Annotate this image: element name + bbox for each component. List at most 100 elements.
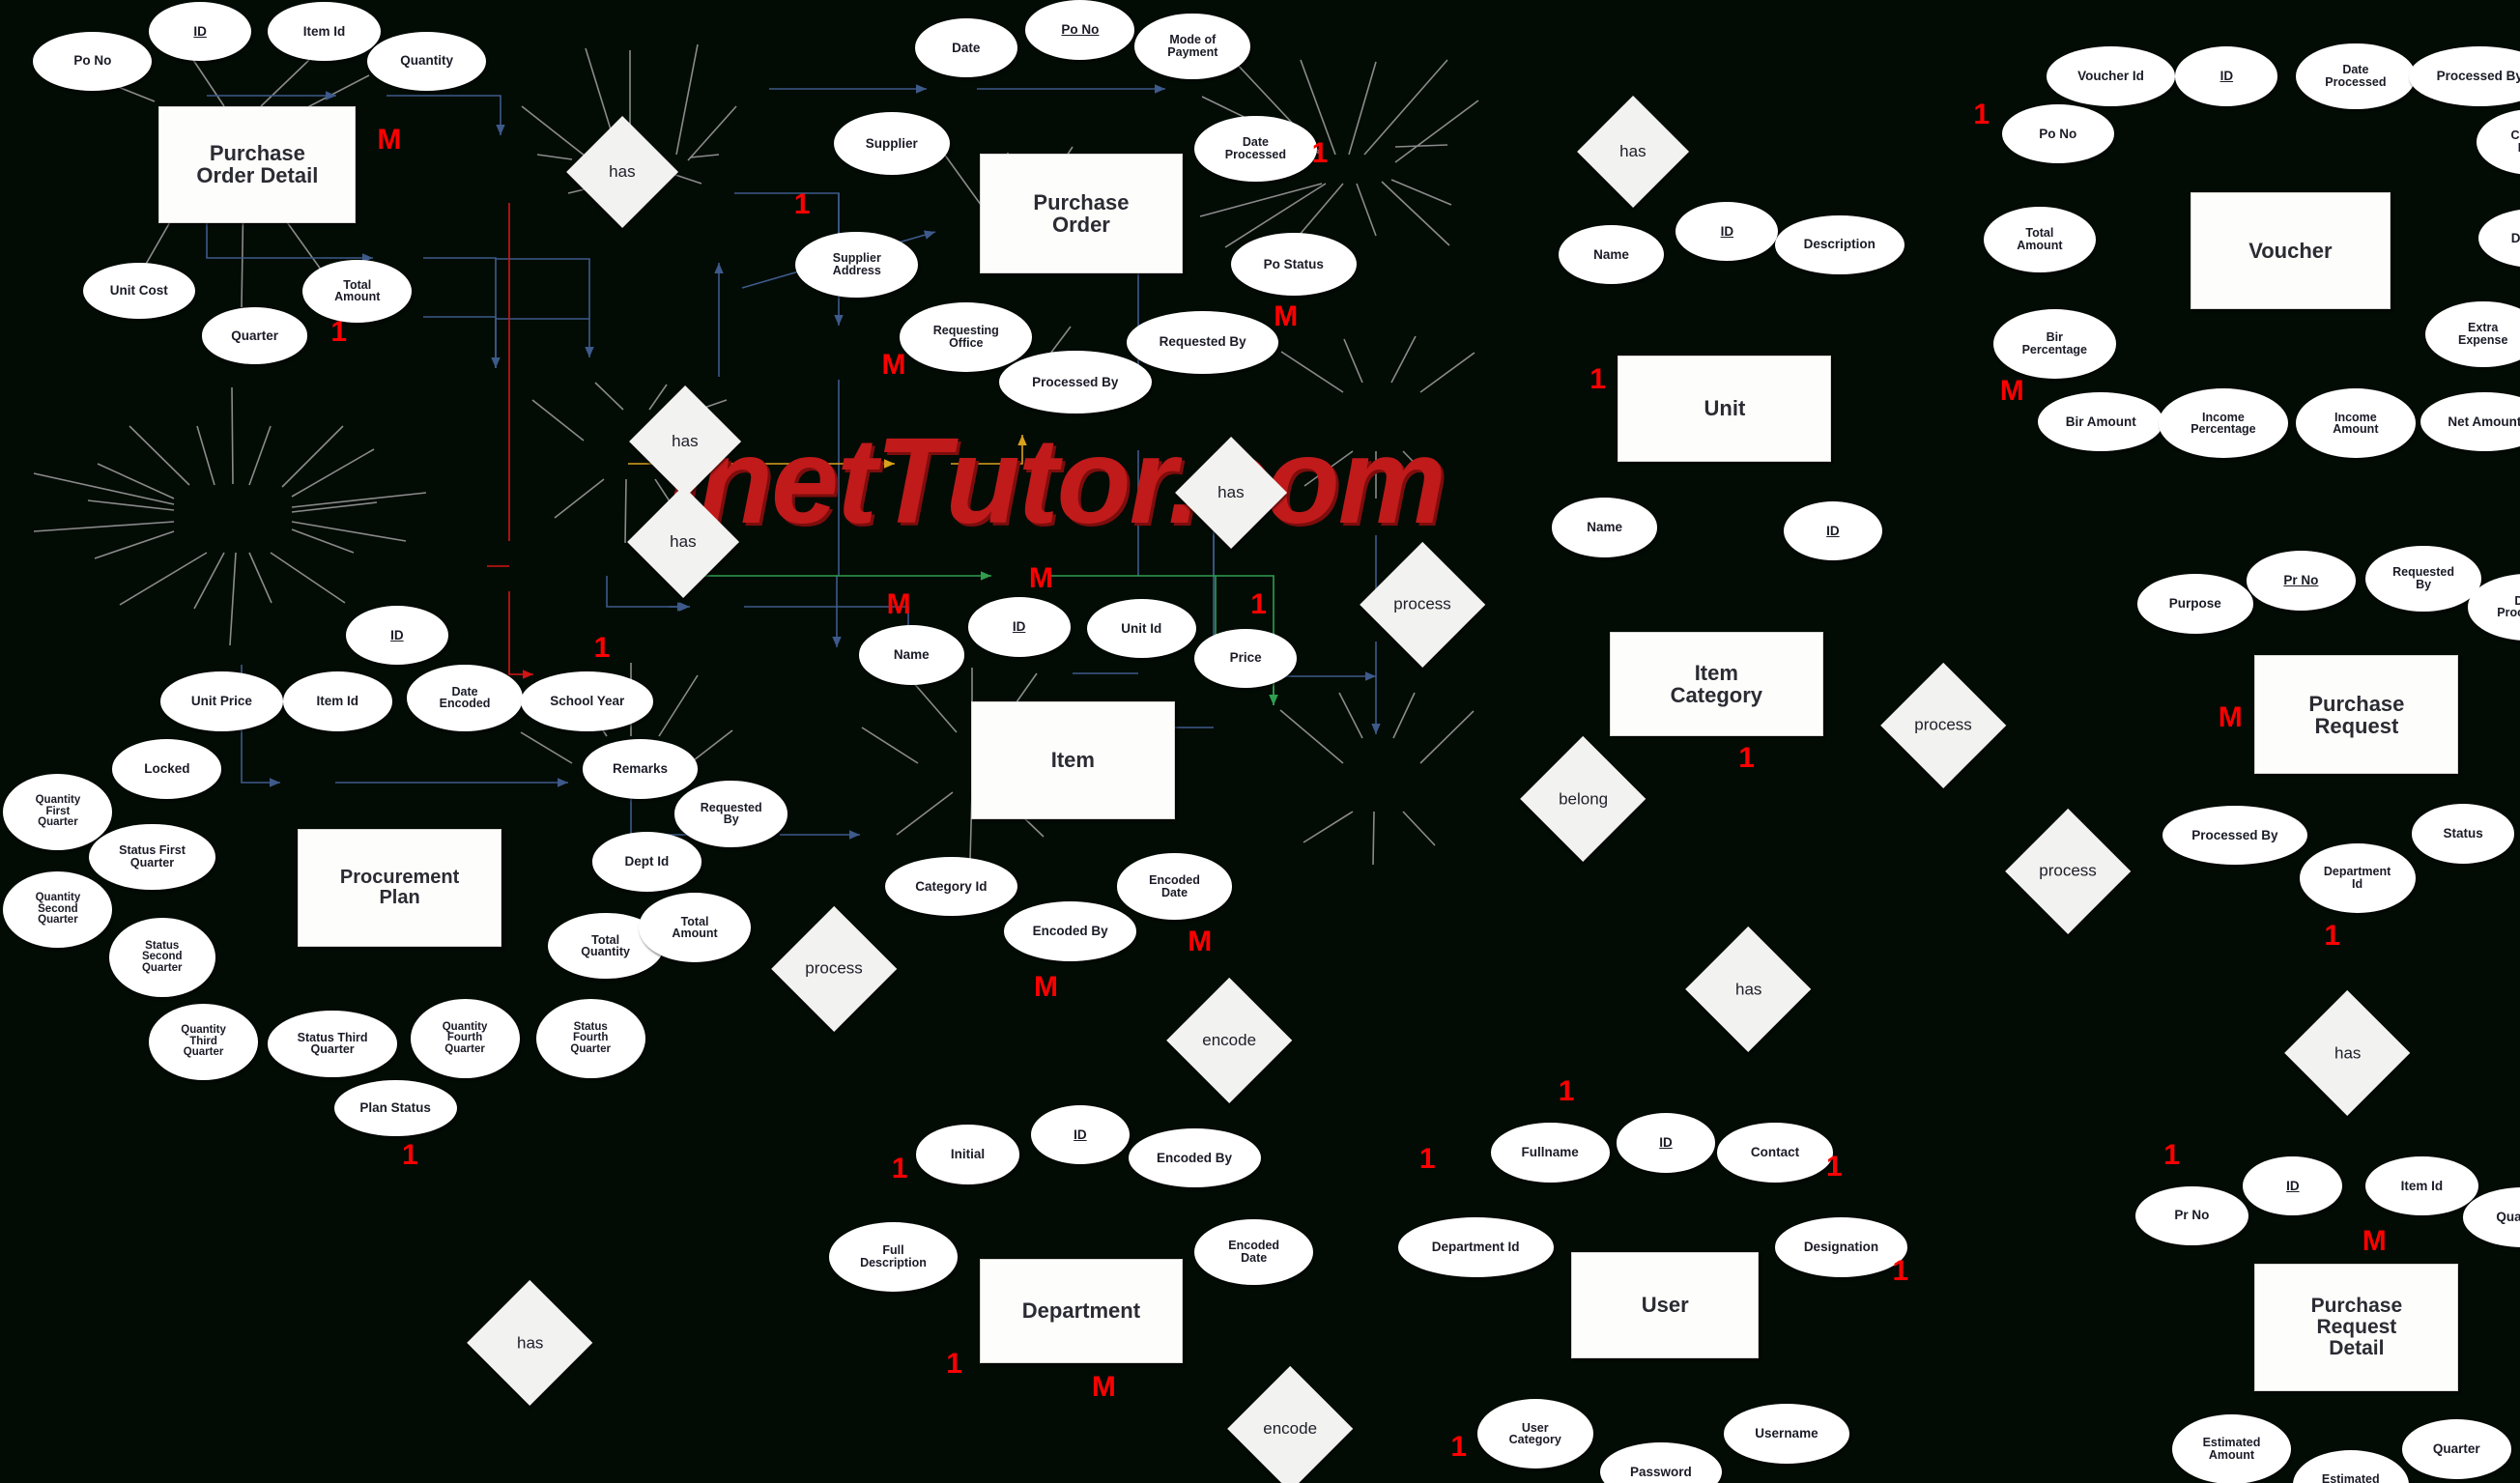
attribute-procurement-plan-status-first-quarter[interactable]: Status First Quarter <box>89 823 215 891</box>
attribute-procurement-plan-quantity-first-quarter[interactable]: Quantity First Quarter <box>3 774 113 850</box>
attribute-procurement-plan-remarks[interactable]: Remarks <box>582 739 699 799</box>
attribute-purchase-order-detail-total-amount[interactable]: Total Amount <box>302 259 413 323</box>
attribute-purchase-order-processed-by[interactable]: Processed By <box>999 350 1152 414</box>
attribute-purchase-request-detail-id[interactable]: ID <box>2243 1155 2343 1216</box>
attribute-procurement-plan-locked[interactable]: Locked <box>112 739 222 799</box>
attribute-voucher-cash-in-bank[interactable]: Cash inBank <box>2476 108 2520 176</box>
attribute-purchase-order-date[interactable]: Date <box>914 17 1017 78</box>
attribute-purchase-order-supplier[interactable]: Supplier <box>833 112 950 176</box>
attribute-user-id[interactable]: ID <box>1616 1113 1716 1173</box>
attribute-procurement-plan-requested-by[interactable]: Requested By <box>674 781 788 847</box>
attribute-user-password[interactable]: Password <box>1599 1441 1723 1483</box>
entity-purchase-order[interactable]: Purchase Order <box>979 154 1184 273</box>
attribute-item-name[interactable]: Name <box>858 625 965 685</box>
attribute-purchase-order-detail-id[interactable]: ID <box>149 1 252 62</box>
attribute-purchase-request-detail-item-id[interactable]: Item Id <box>2365 1155 2478 1216</box>
relationship-process-pr-po[interactable]: process <box>1880 663 2007 789</box>
relationship-has-pr-prd[interactable]: has <box>2283 990 2411 1117</box>
attribute-user-designation[interactable]: Designation <box>1774 1217 1907 1277</box>
attribute-voucher-po-no[interactable]: Po No <box>2001 103 2114 164</box>
attribute-procurement-plan-date-encoded[interactable]: Date Encoded <box>407 665 523 731</box>
entity-purchase-order-detail[interactable]: Purchase Order Detail <box>158 105 357 224</box>
relationship-process-prd[interactable]: process <box>2004 808 2132 935</box>
relationship-has-po-unit[interactable]: has <box>1174 437 1287 550</box>
attribute-purchase-order-requested-by[interactable]: Requested By <box>1126 310 1279 374</box>
entity-unit[interactable]: Unit <box>1618 356 1832 462</box>
attribute-procurement-plan-quantity-second-quarter[interactable]: Quantity Second Quarter <box>3 871 113 948</box>
attribute-voucher-voucher-id[interactable]: Voucher Id <box>2046 45 2176 106</box>
relationship-has-user-prd[interactable]: has <box>1685 926 1812 1053</box>
attribute-procurement-plan-total-amount[interactable]: Total Amount <box>638 893 752 963</box>
attribute-procurement-plan-status-fourth-quarter[interactable]: Status Fourth Quarter <box>535 999 645 1079</box>
attribute-procurement-plan-status-third-quarter[interactable]: Status Third Quarter <box>268 1011 397 1077</box>
attribute-procurement-plan-status-second-quarter[interactable]: Status Second Quarter <box>108 918 215 998</box>
relationship-has-po-vo[interactable]: has <box>1576 96 1689 209</box>
attribute-purchase-request-detail-quarter[interactable]: Quarter <box>2401 1418 2511 1479</box>
entity-user[interactable]: User <box>1571 1251 1760 1358</box>
attribute-item-encoded-by[interactable]: Encoded By <box>1004 901 1137 961</box>
attribute-item-id[interactable]: ID <box>967 597 1071 657</box>
entity-purchase-request[interactable]: Purchase Request <box>2254 654 2459 775</box>
attribute-department-encoded-by[interactable]: Encoded By <box>1128 1127 1261 1188</box>
attribute-department-full-description[interactable]: Full Description <box>828 1222 959 1293</box>
attribute-procurement-plan-school-year[interactable]: School Year <box>521 671 654 731</box>
relationship-process-item-cat[interactable]: process <box>1359 542 1486 669</box>
attribute-purchase-order-requesting-office[interactable]: Requesting Office <box>900 302 1033 373</box>
attribute-purchase-request-detail-pr-no[interactable]: Pr No <box>2135 1185 2248 1246</box>
attribute-voucher-id[interactable]: ID <box>2175 45 2278 106</box>
attribute-voucher-due-bir[interactable]: Due Bir <box>2477 208 2520 269</box>
relationship-has-pod-item[interactable]: has <box>628 385 741 499</box>
relationship-has-pod-po[interactable]: has <box>565 115 678 229</box>
attribute-procurement-plan-unit-price[interactable]: Unit Price <box>160 671 283 731</box>
attribute-purchase-request-detail-estimated-amount[interactable]: Estimated Amount <box>2171 1413 2292 1483</box>
attribute-department-initial[interactable]: Initial <box>916 1125 1019 1184</box>
relationship-encode-item[interactable]: encode <box>1165 977 1293 1104</box>
attribute-department-id[interactable]: ID <box>1030 1104 1131 1165</box>
attribute-voucher-date-processed[interactable]: Date Processed <box>2296 43 2416 109</box>
attribute-unit-description[interactable]: Description <box>1774 214 1904 275</box>
relationship-encode-user[interactable]: encode <box>1226 1365 1354 1483</box>
attribute-purchase-request-processed-by[interactable]: Processed By <box>2162 805 2308 866</box>
attribute-user-department-id[interactable]: Department Id <box>1397 1217 1554 1277</box>
attribute-voucher-income-amount[interactable]: Income Amount <box>2296 388 2416 459</box>
entity-department[interactable]: Department <box>979 1258 1184 1363</box>
attribute-voucher-processed-by[interactable]: Processed By <box>2408 45 2520 106</box>
attribute-voucher-net-amount[interactable]: Net Amount <box>2420 391 2520 452</box>
attribute-item-category-id[interactable]: ID <box>1783 500 1883 561</box>
entity-procurement-plan[interactable]: Procurement Plan <box>298 828 502 947</box>
attribute-voucher-bir-amount[interactable]: Bir Amount <box>2038 391 2164 452</box>
attribute-purchase-order-detail-quantity[interactable]: Quantity <box>367 31 487 92</box>
attribute-purchase-order-detail-quarter[interactable]: Quarter <box>201 307 308 364</box>
relationship-belong-item-cat[interactable]: belong <box>1520 735 1647 863</box>
attribute-purchase-request-department-id[interactable]: Department Id <box>2299 843 2416 913</box>
attribute-purchase-order-detail-unit-cost[interactable]: Unit Cost <box>82 263 195 320</box>
attribute-purchase-order-po-status[interactable]: Po Status <box>1230 233 1357 297</box>
attribute-item-price[interactable]: Price <box>1194 628 1298 689</box>
attribute-item-category-id[interactable]: Category Id <box>884 856 1017 917</box>
attribute-voucher-bir-percentage[interactable]: Bir Percentage <box>1992 309 2116 380</box>
attribute-user-fullname[interactable]: Fullname <box>1490 1123 1610 1184</box>
relationship-has-po-item[interactable]: has <box>626 486 740 599</box>
attribute-user-username[interactable]: Username <box>1723 1404 1849 1465</box>
attribute-purchase-order-detail-item-id[interactable]: Item Id <box>268 1 381 62</box>
attribute-purchase-request-status[interactable]: Status <box>2412 804 2515 864</box>
attribute-purchase-order-mode-of-payment[interactable]: Mode of Payment <box>1134 13 1251 80</box>
attribute-unit-name[interactable]: Name <box>1558 224 1665 285</box>
attribute-unit-id[interactable]: ID <box>1675 201 1779 262</box>
attribute-item-encoded-date[interactable]: Encoded Date <box>1116 853 1233 920</box>
entity-item[interactable]: Item <box>970 700 1175 819</box>
attribute-purchase-request-pr-no[interactable]: Pr No <box>2246 551 2356 611</box>
attribute-purchase-request-purpose[interactable]: Purpose <box>2136 574 2253 634</box>
attribute-purchase-order-supplier-address[interactable]: Supplier Address <box>795 231 919 299</box>
attribute-user-user-category[interactable]: User Category <box>1476 1399 1593 1469</box>
relationship-has-pp-dept[interactable]: has <box>466 1279 593 1407</box>
attribute-procurement-plan-id[interactable]: ID <box>345 605 448 666</box>
entity-purchase-request-detail[interactable]: Purchase Request Detail <box>2254 1263 2459 1392</box>
attribute-voucher-total-amount[interactable]: Total Amount <box>1983 207 2097 273</box>
attribute-procurement-plan-item-id[interactable]: Item Id <box>282 671 392 731</box>
attribute-voucher-extra-expense[interactable]: Extra Expense <box>2424 300 2520 368</box>
attribute-purchase-order-po-no[interactable]: Po No <box>1025 0 1135 60</box>
attribute-purchase-order-date-processed[interactable]: Date Processed <box>1194 115 1317 183</box>
attribute-procurement-plan-dept-id[interactable]: Dept Id <box>591 832 702 892</box>
attribute-purchase-request-detail-estimated-cost[interactable]: EstimatedCost <box>2292 1450 2409 1483</box>
